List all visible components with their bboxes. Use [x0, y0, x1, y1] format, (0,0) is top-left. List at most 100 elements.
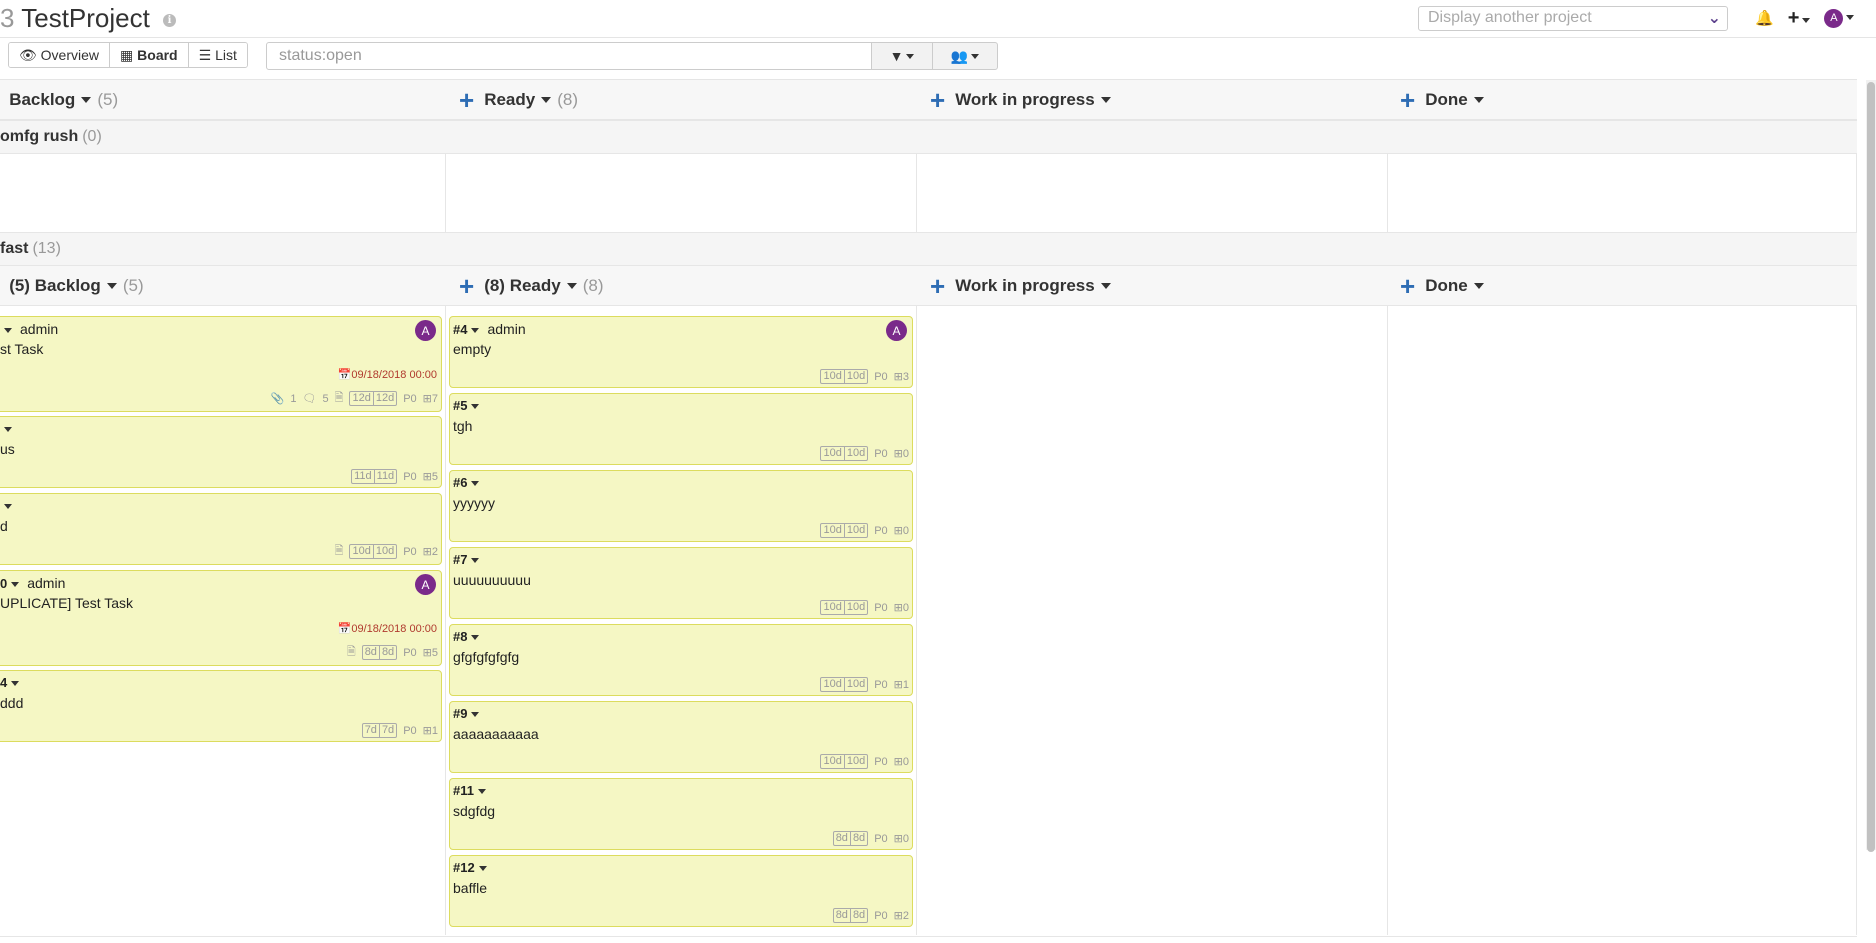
task-id[interactable]: #6 [453, 475, 480, 490]
project-title: TestProject [21, 3, 150, 33]
filter-icon: ▼ [889, 48, 904, 64]
column-header-ready[interactable]: + Ready (8) [459, 80, 578, 120]
task-id[interactable]: #9 [453, 706, 480, 721]
priority: P0 [874, 601, 888, 614]
caret-down-icon[interactable] [1473, 97, 1484, 103]
board-button[interactable]: ▦ Board [110, 43, 189, 67]
plus-icon[interactable]: + [1400, 87, 1415, 113]
caret-down-icon[interactable] [471, 481, 480, 487]
caret-down-icon[interactable] [477, 789, 486, 795]
column-header-done[interactable]: + Done [1400, 80, 1484, 120]
task-id[interactable]: 0 admin [0, 575, 65, 591]
plus-icon[interactable]: + [930, 87, 945, 113]
plus-icon[interactable]: + [459, 273, 474, 299]
lane-header-omfg-rush[interactable]: omfg rush (0) [0, 120, 1857, 154]
lane-column-header-backlog[interactable]: + (5) Backlog(5) [0, 266, 445, 306]
task-card[interactable]: #5 tgh 10d 10d P0 ⊞0 [449, 393, 913, 465]
priority: P0 [874, 447, 888, 460]
task-card[interactable]: #4 admin empty A 10d 10d P0 ⊞3 [449, 316, 913, 388]
users-icon: 👥 [950, 47, 969, 64]
subtask-icon: ⊞ [422, 471, 432, 483]
lane-column-header-ready[interactable]: + (8) Ready (8) [459, 266, 604, 306]
task-card[interactable]: 0 admin UPLICATE] Test Task A 📅09/18/2018… [0, 570, 442, 666]
task-card[interactable]: us 11d 11d P0 ⊞5 [0, 416, 442, 488]
eye-icon: 👁 [19, 47, 37, 63]
filter-button[interactable]: ▼ [871, 42, 933, 70]
priority: P0 [403, 724, 417, 737]
task-id[interactable]: #5 [453, 398, 480, 413]
priority: P0 [403, 545, 417, 558]
subtask-count: ⊞3 [893, 371, 909, 383]
user-menu-button[interactable]: A [1824, 8, 1855, 28]
caret-down-icon[interactable] [541, 97, 552, 103]
caret-down-icon[interactable] [1100, 97, 1111, 103]
task-card[interactable]: #6 yyyyyy 10d 10d P0 ⊞0 [449, 470, 913, 542]
avatar: A [886, 320, 907, 341]
task-card[interactable]: d 🗎 10d 10d P0 ⊞2 [0, 493, 442, 565]
caret-down-icon[interactable] [478, 866, 487, 872]
caret-down-icon[interactable] [1473, 283, 1484, 289]
caret-down-icon[interactable] [566, 283, 577, 289]
subtask-count: ⊞5 [422, 471, 438, 483]
task-id[interactable]: #7 [453, 552, 480, 567]
caret-down-icon[interactable] [1100, 283, 1111, 289]
task-id[interactable] [0, 421, 12, 436]
document-icon: 🗎 [346, 646, 356, 658]
task-meta: 10d 10d P0 ⊞0 [820, 523, 909, 538]
task-card[interactable]: #9 aaaaaaaaaaa 10d 10d P0 ⊞0 [449, 701, 913, 773]
subtask-count: ⊞5 [422, 647, 438, 659]
task-id[interactable]: 4 [0, 675, 20, 690]
page-title: 3 TestProject i [0, 3, 177, 34]
task-id[interactable]: #8 [453, 629, 480, 644]
caret-down-icon[interactable] [471, 404, 480, 410]
caret-down-icon[interactable] [81, 97, 92, 103]
caret-down-icon[interactable] [4, 328, 12, 334]
subtask-count: ⊞0 [893, 756, 909, 768]
priority: P0 [874, 678, 888, 691]
caret-down-icon[interactable] [11, 582, 20, 588]
task-title: d [0, 518, 8, 534]
subtask-count: ⊞2 [422, 546, 438, 558]
filter-input[interactable]: status:open [266, 42, 872, 70]
project-select[interactable]: Display another project ⌄ [1418, 6, 1728, 31]
caret-down-icon[interactable] [471, 328, 480, 334]
overview-button[interactable]: 👁 Overview [9, 43, 111, 67]
caret-down-icon[interactable] [4, 427, 12, 433]
caret-down-icon[interactable] [11, 681, 20, 687]
info-icon[interactable]: i [163, 13, 177, 27]
caret-down-icon[interactable] [4, 504, 12, 510]
caret-down-icon[interactable] [471, 635, 480, 641]
column-divider [916, 80, 917, 935]
task-card[interactable]: admin st Task A 📅09/18/2018 00:00 📎 1 🗨 5 … [0, 316, 442, 412]
task-id[interactable]: #11 [453, 783, 486, 798]
task-id[interactable]: #12 [453, 860, 487, 875]
task-card[interactable]: 4 ddd 7d 7d P0 ⊞1 [0, 670, 442, 742]
column-header-wip[interactable]: + Work in progress [930, 80, 1111, 120]
users-filter-button[interactable]: 👥 [932, 42, 998, 70]
plus-icon[interactable]: + [459, 87, 474, 113]
toolbar: 👁 Overview ▦ Board ☰ List status:open ▼ … [0, 40, 1876, 72]
estimate-badge: 12d 12d [349, 391, 398, 406]
task-id[interactable] [0, 498, 12, 513]
add-menu-button[interactable]: + [1788, 8, 1811, 28]
plus-icon[interactable]: + [1400, 273, 1415, 299]
lane-column-header-wip[interactable]: + Work in progress [930, 266, 1111, 306]
task-meta: 📎 1 🗨 5 🗎 12d 12d P0 ⊞7 [271, 389, 438, 408]
caret-down-icon[interactable] [471, 712, 480, 718]
scrollbar-thumb[interactable] [1867, 82, 1875, 852]
task-card[interactable]: #8 gfgfgfgfgfg 10d 10d P0 ⊞1 [449, 624, 913, 696]
bell-icon[interactable]: 🔔 [1755, 9, 1774, 27]
caret-down-icon[interactable] [471, 558, 480, 564]
estimate-badge: 10d 10d [820, 523, 869, 538]
task-card[interactable]: #12 baffle 8d 8d P0 ⊞2 [449, 855, 913, 927]
lane-column-header-done[interactable]: + Done [1400, 266, 1484, 306]
list-button[interactable]: ☰ List [188, 43, 247, 67]
task-id[interactable]: admin [0, 321, 58, 337]
task-card[interactable]: #11 sdgfdg 8d 8d P0 ⊞0 [449, 778, 913, 850]
column-header-backlog[interactable]: + Backlog(5) [0, 80, 445, 120]
lane-header-fast[interactable]: fast (13) [0, 232, 1857, 266]
caret-down-icon[interactable] [106, 283, 117, 289]
task-card[interactable]: #7 uuuuuuuuuu 10d 10d P0 ⊞0 [449, 547, 913, 619]
plus-icon[interactable]: + [930, 273, 945, 299]
task-id[interactable]: #4 admin [453, 321, 526, 337]
